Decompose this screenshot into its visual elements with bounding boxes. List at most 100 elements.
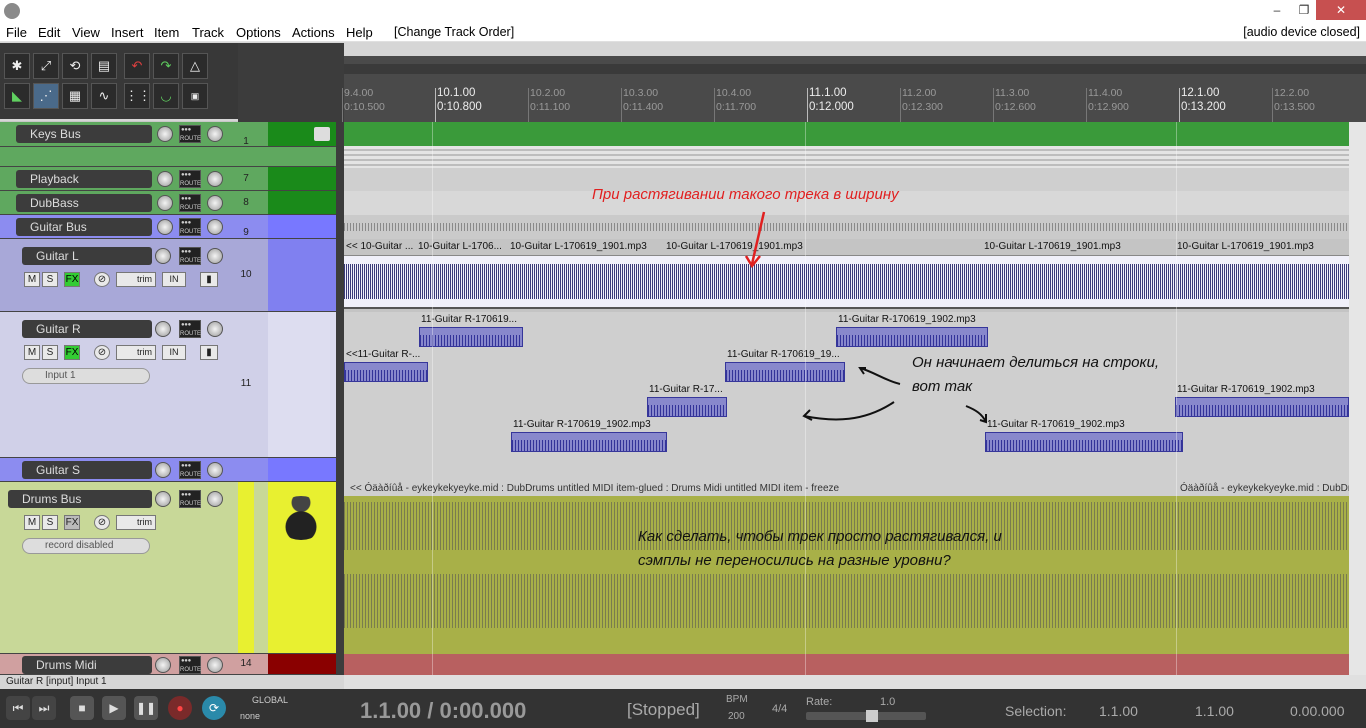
input-button[interactable]: IN (162, 345, 186, 360)
track-guitar-s[interactable]: Guitar S ROUTE (0, 453, 336, 482)
vertical-scrollbar[interactable] (1349, 122, 1366, 675)
volume-knob[interactable] (155, 491, 171, 507)
menu-file[interactable]: File (6, 25, 27, 40)
menu-help[interactable]: Help (346, 25, 373, 40)
mute-button[interactable]: M (24, 272, 40, 287)
fx-bypass-icon[interactable]: ⊘ (94, 515, 110, 530)
fx-button[interactable]: FX (64, 345, 80, 360)
menu-change-track-order[interactable]: [Change Track Order] (394, 25, 514, 39)
arrange-view[interactable]: << 10-Guitar ... 10-Guitar L-1706... 10-… (344, 122, 1349, 675)
track-name[interactable]: Keys Bus (16, 125, 152, 143)
track-name[interactable]: Guitar L (22, 247, 152, 265)
envelope-icon[interactable]: ∿ (91, 83, 117, 109)
play-icon[interactable]: ▶ (102, 696, 126, 720)
snap-icon[interactable]: ⋰ (33, 83, 59, 109)
grid-icon[interactable]: ◣ (4, 83, 30, 109)
rate-slider[interactable] (806, 710, 926, 722)
open-project-icon[interactable]: ⤢ (33, 53, 59, 79)
trim-button[interactable]: trim (116, 345, 156, 360)
save-project-icon[interactable]: ⟲ (62, 53, 88, 79)
record-icon[interactable]: ● (168, 696, 192, 720)
track-name[interactable]: Drums Midi (22, 656, 152, 674)
horizontal-scrollbar[interactable] (344, 675, 1366, 689)
bpm-value[interactable]: 200 (728, 711, 745, 722)
solo-button[interactable]: S (42, 515, 58, 530)
route-button[interactable]: ROUTE (179, 453, 201, 479)
record-input-select[interactable]: record disabled (22, 538, 150, 554)
pan-knob[interactable] (207, 195, 223, 211)
menu-view[interactable]: View (72, 25, 100, 40)
solo-button[interactable]: S (42, 272, 58, 287)
menu-options[interactable]: Options (236, 25, 281, 40)
pencil-icon[interactable] (314, 127, 330, 141)
pan-knob[interactable] (207, 248, 223, 264)
volume-knob[interactable] (155, 462, 171, 478)
fx-button[interactable]: FX (64, 515, 80, 530)
track-drums-midi[interactable]: Drums Midi ROUTE 14 (0, 648, 336, 675)
pan-knob[interactable] (207, 321, 223, 337)
track-guitar-bus[interactable]: Guitar Bus ROUTE 9 (0, 210, 336, 239)
selection-start[interactable]: 1.1.00 (1099, 703, 1138, 719)
repeat-icon[interactable]: ⟳ (202, 696, 226, 720)
route-button[interactable]: ROUTE (179, 210, 201, 236)
menu-track[interactable]: Track (192, 25, 224, 40)
route-button[interactable]: ROUTE (179, 482, 201, 508)
pan-knob[interactable] (207, 219, 223, 235)
selection-length[interactable]: 0.00.000 (1290, 703, 1345, 719)
track-guitar-r[interactable]: Guitar R ROUTE M S FX ⊘ trim IN ▮ Input … (0, 312, 336, 458)
track-name[interactable]: Drums Bus (8, 490, 152, 508)
track-drums-bus[interactable]: Drums Bus ROUTE M S FX ⊘ trim record dis… (0, 482, 336, 654)
redo-icon[interactable]: ↷ (153, 53, 179, 79)
menu-item[interactable]: Item (154, 25, 179, 40)
track-name[interactable]: Guitar S (22, 461, 152, 479)
pan-knob[interactable] (207, 126, 223, 142)
pause-icon[interactable]: ❚❚ (134, 696, 158, 720)
track-playback[interactable]: Playback ROUTE 7 (0, 162, 336, 191)
rate-slider-handle[interactable] (866, 710, 878, 722)
menu-actions[interactable]: Actions (292, 25, 335, 40)
go-to-end-icon[interactable]: ⏭ (32, 696, 56, 720)
volume-knob[interactable] (157, 219, 173, 235)
stop-icon[interactable]: ■ (70, 696, 94, 720)
input-monitor-icon[interactable]: ▮ (200, 345, 218, 360)
mute-button[interactable]: M (24, 515, 40, 530)
volume-knob[interactable] (157, 195, 173, 211)
fx-button[interactable]: FX (64, 272, 80, 287)
automation-mode[interactable]: none (240, 711, 260, 721)
route-button[interactable]: ROUTE (179, 648, 201, 674)
selection-end[interactable]: 1.1.00 (1195, 703, 1234, 719)
volume-knob[interactable] (157, 171, 173, 187)
lock-icon[interactable]: ▣ (182, 83, 208, 109)
pan-knob[interactable] (207, 462, 223, 478)
route-button[interactable]: ROUTE (179, 239, 201, 265)
timeline-ruler[interactable]: 9.4.00 0:10.500 10.1.00 0:10.800 10.2.00 0:11… (342, 56, 1366, 122)
time-signature[interactable]: 4/4 (772, 703, 787, 715)
crossfade-icon[interactable]: ⋮⋮ (124, 83, 151, 109)
metronome-icon[interactable]: △ (182, 53, 208, 79)
solo-button[interactable]: S (42, 345, 58, 360)
ripple-edit-icon[interactable]: ▦ (62, 83, 88, 109)
input-button[interactable]: IN (162, 272, 186, 287)
track-name[interactable]: Guitar R (22, 320, 152, 338)
close-button[interactable]: ✕ (1316, 0, 1366, 20)
volume-knob[interactable] (155, 248, 171, 264)
undo-icon[interactable]: ↶ (124, 53, 150, 79)
input-monitor-icon[interactable]: ▮ (200, 272, 218, 287)
track-name[interactable]: Playback (16, 170, 152, 188)
go-to-start-icon[interactable]: ⏮ (6, 696, 30, 720)
track-guitar-l[interactable]: Guitar L ROUTE M S FX ⊘ trim IN ▮ 10 (0, 239, 336, 312)
volume-knob[interactable] (157, 126, 173, 142)
trim-button[interactable]: trim (116, 515, 156, 530)
menu-insert[interactable]: Insert (111, 25, 144, 40)
input-select[interactable]: Input 1 (22, 368, 150, 384)
track-name[interactable]: DubBass (16, 194, 152, 212)
route-button[interactable]: ROUTE (179, 117, 201, 143)
track-keys-bus[interactable]: Keys Bus ROUTE 1 (0, 117, 336, 147)
project-settings-icon[interactable]: ▤ (91, 53, 117, 79)
track-name[interactable]: Guitar Bus (16, 218, 152, 236)
track-dubbass[interactable]: DubBass ROUTE 8 (0, 186, 336, 215)
fx-bypass-icon[interactable]: ⊘ (94, 272, 110, 287)
trim-button[interactable]: trim (116, 272, 156, 287)
volume-knob[interactable] (155, 321, 171, 337)
route-button[interactable]: ROUTE (179, 312, 201, 338)
